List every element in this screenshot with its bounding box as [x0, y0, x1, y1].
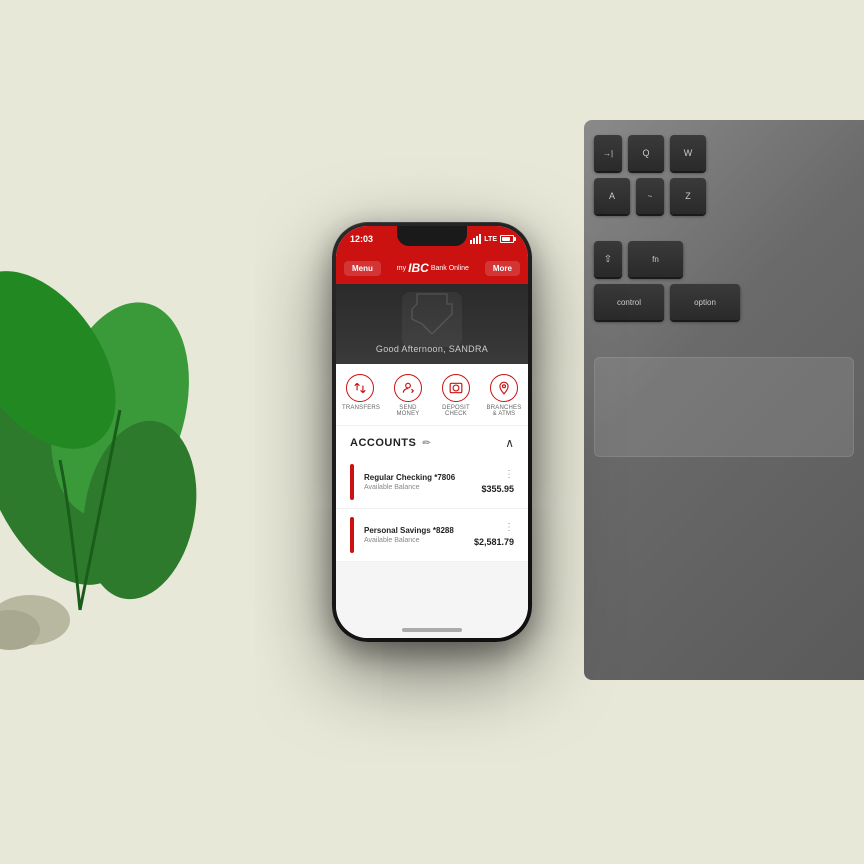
accounts-title-row: ACCOUNTS ✏ [350, 437, 431, 449]
texas-watermark [407, 289, 457, 334]
app-logo: myIBCBank Online [397, 261, 469, 275]
greeting-text: Good Afternoon, SANDRA [376, 344, 488, 354]
account-info-savings: Personal Savings *8288 Available Balance [364, 526, 474, 544]
app-header: Menu myIBCBank Online More [336, 252, 528, 284]
action-deposit-check[interactable]: DEPOSIT CHECK [438, 374, 474, 417]
accounts-title: ACCOUNTS [350, 437, 416, 449]
home-indicator [402, 628, 462, 632]
collapse-icon[interactable]: ∧ [505, 436, 514, 450]
branches-label: BRANCHES & ATMS [486, 405, 522, 417]
status-icons: LTE [470, 234, 514, 244]
phone: 12:03 LTE [332, 222, 532, 642]
menu-button[interactable]: Menu [344, 261, 381, 276]
more-options-savings[interactable]: ⋮ [504, 523, 514, 533]
branches-icon [490, 374, 518, 402]
key-tilde: ~ [636, 178, 664, 214]
account-right-checking: ⋮ $355.95 [481, 470, 514, 494]
key-fn: fn [628, 241, 683, 277]
battery-icon [500, 235, 514, 243]
status-time: 12:03 [350, 234, 373, 244]
key-w: W [670, 135, 706, 171]
account-balance-checking: $355.95 [481, 484, 514, 494]
signal-indicator [470, 234, 481, 244]
account-info-checking: Regular Checking *7806 Available Balance [364, 473, 481, 491]
laptop: →| Q W A ~ Z ⇧ fn control opt [584, 120, 864, 680]
accounts-header: ACCOUNTS ✏ ∧ [336, 426, 528, 456]
accounts-section: ACCOUNTS ✏ ∧ Regular Checking *7806 Avai… [336, 426, 528, 638]
welcome-banner: Good Afternoon, SANDRA [336, 284, 528, 364]
lte-label: LTE [484, 236, 497, 243]
key-shift: ⇧ [594, 241, 622, 277]
more-options-checking[interactable]: ⋮ [504, 470, 514, 480]
send-money-icon [394, 374, 422, 402]
deposit-check-label: DEPOSIT CHECK [438, 405, 474, 417]
scene: →| Q W A ~ Z ⇧ fn control opt [0, 0, 864, 864]
deposit-check-icon [442, 374, 470, 402]
transfers-icon [346, 374, 374, 402]
key-control: control [594, 284, 664, 320]
more-button[interactable]: More [485, 261, 520, 276]
account-card-savings[interactable]: Personal Savings *8288 Available Balance… [336, 509, 528, 562]
account-indicator-savings [350, 517, 354, 553]
account-balance-savings: $2,581.79 [474, 537, 514, 547]
quick-actions: TRANSFERS SEND MONEY [336, 364, 528, 426]
key-option: option [670, 284, 740, 320]
phone-notch [397, 226, 467, 246]
key-z: Z [670, 178, 706, 214]
key-q: Q [628, 135, 664, 171]
action-transfers[interactable]: TRANSFERS [342, 374, 378, 417]
account-indicator [350, 464, 354, 500]
key-tab: →| [594, 135, 622, 171]
account-right-savings: ⋮ $2,581.79 [474, 523, 514, 547]
account-card-checking[interactable]: Regular Checking *7806 Available Balance… [336, 456, 528, 509]
edit-icon[interactable]: ✏ [422, 438, 430, 449]
key-a: A [594, 178, 630, 214]
account-name-savings: Personal Savings *8288 [364, 526, 474, 535]
transfers-label: TRANSFERS [342, 405, 378, 411]
account-name-checking: Regular Checking *7806 [364, 473, 481, 482]
action-branches[interactable]: BRANCHES & ATMS [486, 374, 522, 417]
action-send-money[interactable]: SEND MONEY [390, 374, 426, 417]
send-money-label: SEND MONEY [390, 405, 426, 417]
plant-decoration [0, 160, 200, 660]
account-balance-label-checking: Available Balance [364, 484, 481, 491]
account-balance-label-savings: Available Balance [364, 537, 474, 544]
